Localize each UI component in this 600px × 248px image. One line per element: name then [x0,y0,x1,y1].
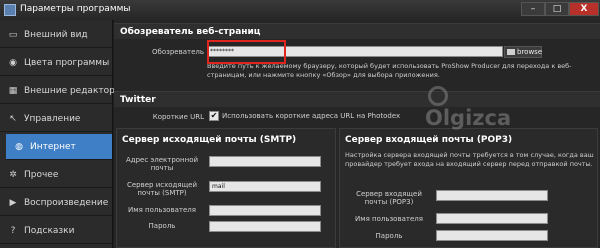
smtp-password-label: Пароль [148,222,176,230]
sidebar-item-appearance[interactable]: ▭ Внешний вид [0,22,112,48]
smtp-user-label: Имя пользователя [128,206,196,214]
browser-hint: Введите путь к желаемому браузеру, котор… [207,62,572,79]
smtp-user-field[interactable] [209,205,321,216]
sidebar-item-external-editors[interactable]: ▦ Внешние редакторы [0,78,122,104]
film-icon: ▦ [8,86,18,96]
question-icon: ? [10,226,16,236]
play-icon: ▶ [9,198,17,208]
sidebar-item-other[interactable]: ✲ Прочее [0,162,112,188]
watermark-logo-icon [428,86,448,106]
pop3-password-label: Пароль [375,232,403,240]
monitor-icon: ▭ [8,30,18,40]
short-url-checkbox[interactable]: ✔ [209,111,219,121]
minimize-button[interactable]: – [521,2,545,16]
sidebar-item-label: Внешний вид [24,30,88,40]
pop3-user-field[interactable] [436,213,548,224]
cursor-icon: ↖ [9,114,17,124]
pop3-user-label: Имя пользователя [355,215,423,223]
globe-icon: ◍ [15,142,23,152]
pop3-title: Сервер входящей почты (POP3) [345,135,513,145]
sidebar-item-colors[interactable]: ◉ Цвета программы [0,50,112,76]
sidebar-item-controls[interactable]: ↖ Управление [0,106,112,132]
pop3-server-label: Сервер входящей почты (POP3) [356,190,422,206]
email-field[interactable] [209,156,321,167]
sidebar-item-playback[interactable]: ▶ Воспроизведение [0,190,112,216]
short-url-label: Короткие URL [152,113,204,121]
highlight-box [207,40,286,64]
browser-label: Обозреватель [152,48,204,56]
smtp-server-field[interactable]: mail [209,181,321,192]
title-bar: Параметры программы – □ X [0,0,600,21]
window-title: Параметры программы [20,4,131,14]
email-label: Адрес электронной почты [125,156,199,172]
maximize-button[interactable]: □ [545,2,569,16]
sidebar-item-label: Прочее [24,170,59,180]
twitter-section-header: Twitter [114,91,600,107]
browse-button[interactable]: browse [504,46,542,58]
watermark-text: Olgizca [425,106,512,130]
sidebar-item-label: Внешние редакторы [24,86,122,96]
close-button[interactable]: X [569,2,599,16]
sidebar-item-label: Подсказки [24,226,75,236]
sidebar-item-label: Цвета программы [24,58,110,68]
sidebar-item-label: Управление [24,114,81,124]
palette-icon: ◉ [9,58,17,68]
gear-icon: ✲ [9,170,17,180]
pop3-server-field[interactable] [436,190,548,201]
sidebar-item-tips[interactable]: ? Подсказки [0,218,112,244]
app-icon [4,4,16,16]
browser-section-header: Обозреватель веб-страниц [114,23,600,39]
pop3-description: Настройка сервера входящей почты требует… [345,151,594,168]
sidebar: ▭ Внешний вид ◉ Цвета программы ▦ Внешни… [0,20,122,248]
smtp-server-label: Сервер исходящей почты (SMTP) [126,181,198,197]
folder-icon [507,49,515,55]
smtp-title: Сервер исходящей почты (SMTP) [122,135,297,145]
sidebar-item-internet[interactable]: ◍ Интернет [6,134,112,160]
sidebar-item-label: Воспроизведение [24,198,109,208]
browse-label: browse [517,48,543,56]
smtp-password-field[interactable] [209,221,321,232]
short-url-checkbox-label: Использовать короткие адреса URL на Phot… [222,112,401,120]
pop3-password-field[interactable] [436,230,548,241]
sidebar-item-label: Интернет [30,142,76,152]
